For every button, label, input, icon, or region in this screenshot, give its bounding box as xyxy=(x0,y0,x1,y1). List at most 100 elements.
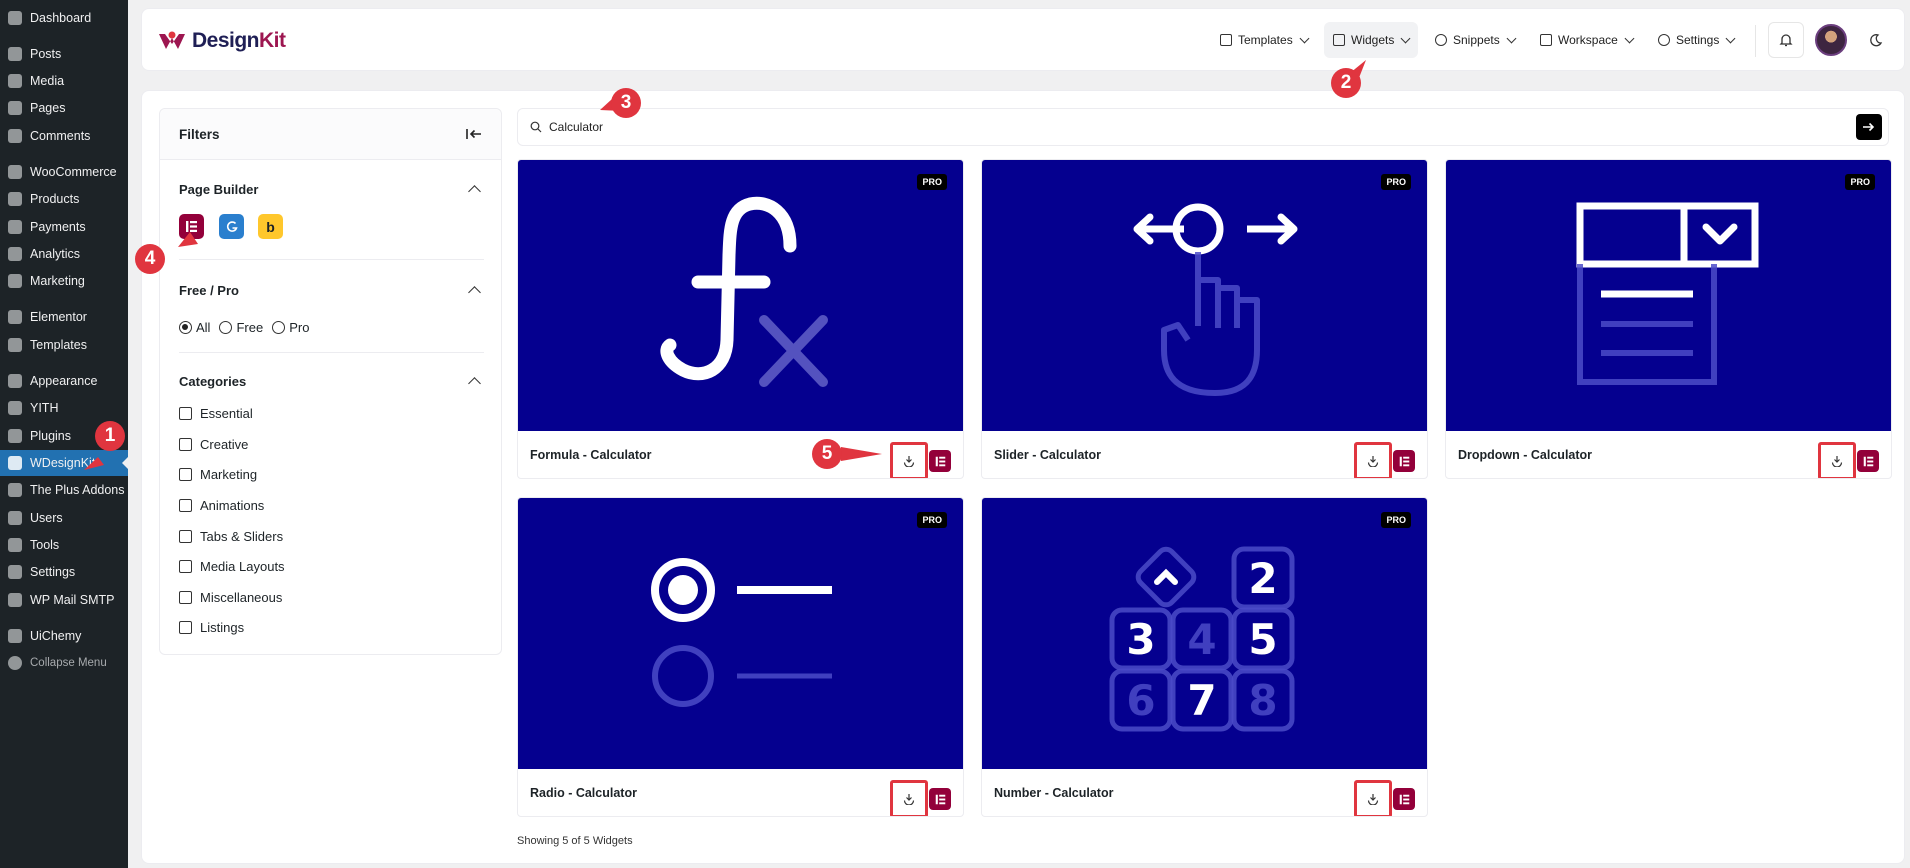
sidebar-item-uichemy[interactable]: UiChemy xyxy=(0,623,128,649)
sidebar-item-comments[interactable]: Comments xyxy=(0,123,128,149)
elementor-icon xyxy=(1863,456,1873,466)
sidebar-item-label: Posts xyxy=(30,47,62,61)
radio-label: All xyxy=(196,320,211,335)
step-marker-5: 5 xyxy=(812,439,842,469)
sidebar-item-label: Marketing xyxy=(30,274,85,288)
sidebar-item-appearance[interactable]: Appearance xyxy=(0,368,128,394)
sidebar-item-yith[interactable]: YITH xyxy=(0,395,128,421)
elementor-builder-button[interactable] xyxy=(179,214,204,239)
chevron-up-icon[interactable] xyxy=(468,377,481,390)
radio-dot xyxy=(179,321,192,334)
download-button[interactable] xyxy=(1818,442,1856,478)
sidebar-item-wp-mail-smtp[interactable]: WP Mail SMTP xyxy=(0,587,128,613)
checkbox xyxy=(179,591,192,604)
sidebar-item-woocommerce[interactable]: WooCommerce xyxy=(0,159,128,185)
radio-dot xyxy=(219,321,233,334)
widget-title: Formula - Calculator xyxy=(530,448,652,462)
sidebar-item-elementor[interactable]: Elementor xyxy=(0,304,128,330)
section-divider xyxy=(179,352,484,353)
sidebar-item-label: Analytics xyxy=(30,247,81,261)
download-button[interactable] xyxy=(890,442,928,478)
megaphone-icon xyxy=(8,274,22,288)
avatar[interactable] xyxy=(1815,24,1847,56)
checkbox xyxy=(179,407,192,420)
brand-logo[interactable]: DesignKit xyxy=(157,29,286,53)
sidebar-item-label: Media xyxy=(30,74,65,88)
category-miscellaneous[interactable]: Miscellaneous xyxy=(179,590,282,605)
collapse-filters-icon[interactable] xyxy=(466,128,482,140)
sidebar-item-label: UiChemy xyxy=(30,629,82,643)
sidebar-item-payments[interactable]: Payments xyxy=(0,214,128,240)
sidebar-item-wdesignkit[interactable]: WDesignKit xyxy=(0,450,128,476)
chevron-down-icon xyxy=(1299,33,1310,43)
sidebar-item-media[interactable]: Media xyxy=(0,68,128,94)
category-creative[interactable]: Creative xyxy=(179,437,248,452)
sidebar-item-marketing[interactable]: Marketing xyxy=(0,268,128,294)
chevron-up-icon[interactable] xyxy=(468,185,481,198)
widget-thumbnail[interactable] xyxy=(518,160,963,431)
collapse-menu-button[interactable]: Collapse Menu xyxy=(0,650,128,676)
step-marker-2: 2 xyxy=(1331,68,1361,98)
widget-thumbnail[interactable] xyxy=(982,160,1427,431)
widget-title: Dropdown - Calculator xyxy=(1458,448,1593,462)
nav-workspace[interactable]: Workspace xyxy=(1531,22,1642,58)
sidebar-item-pages[interactable]: Pages xyxy=(0,95,128,121)
sidebar-item-posts[interactable]: Posts xyxy=(0,41,128,67)
nav-settings[interactable]: Settings xyxy=(1649,22,1743,58)
nav-widgets[interactable]: Widgets xyxy=(1324,22,1419,58)
category-animations[interactable]: Animations xyxy=(179,498,264,513)
category-label: Marketing xyxy=(200,467,258,482)
gear-icon xyxy=(1658,34,1670,46)
category-label: Essential xyxy=(200,406,253,421)
category-media-layouts[interactable]: Media Layouts xyxy=(179,559,285,574)
code-icon xyxy=(1435,34,1447,46)
sidebar-item-users[interactable]: Users xyxy=(0,505,128,531)
category-essential[interactable]: Essential xyxy=(179,406,253,421)
download-button[interactable] xyxy=(1354,780,1392,816)
category-listings[interactable]: Listings xyxy=(179,620,244,635)
category-tabs-sliders[interactable]: Tabs & Sliders xyxy=(179,529,283,544)
nav-snippets[interactable]: Snippets xyxy=(1426,22,1524,58)
nav-templates[interactable]: Templates xyxy=(1211,22,1317,58)
widget-thumbnail[interactable] xyxy=(1446,160,1891,431)
notifications-button[interactable] xyxy=(1768,22,1804,58)
search-submit-button[interactable] xyxy=(1856,114,1882,140)
workspace-icon xyxy=(1540,34,1552,46)
media-icon xyxy=(8,74,22,88)
radio-all[interactable]: All xyxy=(179,320,210,335)
radio-options-icon xyxy=(651,558,832,707)
chevron-down-icon xyxy=(1624,33,1635,43)
sidebar-item-dashboard[interactable]: Dashboard xyxy=(0,5,128,31)
bell-icon xyxy=(1779,34,1793,47)
search-input[interactable] xyxy=(549,120,1809,134)
radio-free[interactable]: Free xyxy=(219,320,263,335)
chevron-up-icon[interactable] xyxy=(468,286,481,299)
sidebar-item-label: WDesignKit xyxy=(30,456,96,470)
formula-fx-icon xyxy=(660,196,828,387)
sidebar-item-analytics[interactable]: Analytics xyxy=(0,241,128,267)
theme-toggle-button[interactable] xyxy=(1858,22,1894,58)
sidebar-item-settings[interactable]: Settings xyxy=(0,559,128,585)
sidebar-item-tools[interactable]: Tools xyxy=(0,532,128,558)
radio-pro[interactable]: Pro xyxy=(272,320,309,335)
checkbox xyxy=(179,530,192,543)
radio-label: Pro xyxy=(289,320,310,335)
sidebar-item-the-plus-addons[interactable]: The Plus Addons xyxy=(0,477,128,503)
main-panel: Filters Page Builder b Free / Pro All Fr… xyxy=(141,90,1905,864)
sidebar-item-products[interactable]: Products xyxy=(0,186,128,212)
category-marketing[interactable]: Marketing xyxy=(179,467,257,482)
arrow-right-icon xyxy=(1863,122,1875,132)
chevron-down-icon xyxy=(1725,33,1736,43)
widget-thumbnail[interactable]: 2 3 4 5 6 7 8 xyxy=(982,498,1427,769)
wrench-icon xyxy=(8,538,22,552)
category-label: Tabs & Sliders xyxy=(200,529,284,544)
gutenberg-builder-button[interactable] xyxy=(219,214,244,239)
download-button[interactable] xyxy=(1354,442,1392,478)
widget-card-dropdown: PRO Dropdown - Calculator xyxy=(1445,159,1892,479)
sidebar-item-templates[interactable]: Templates xyxy=(0,332,128,358)
page-builder-title: Page Builder xyxy=(179,182,259,197)
widget-thumbnail[interactable] xyxy=(518,498,963,769)
bricks-builder-button[interactable]: b xyxy=(258,214,283,239)
download-button[interactable] xyxy=(890,780,928,816)
section-divider xyxy=(179,259,484,260)
